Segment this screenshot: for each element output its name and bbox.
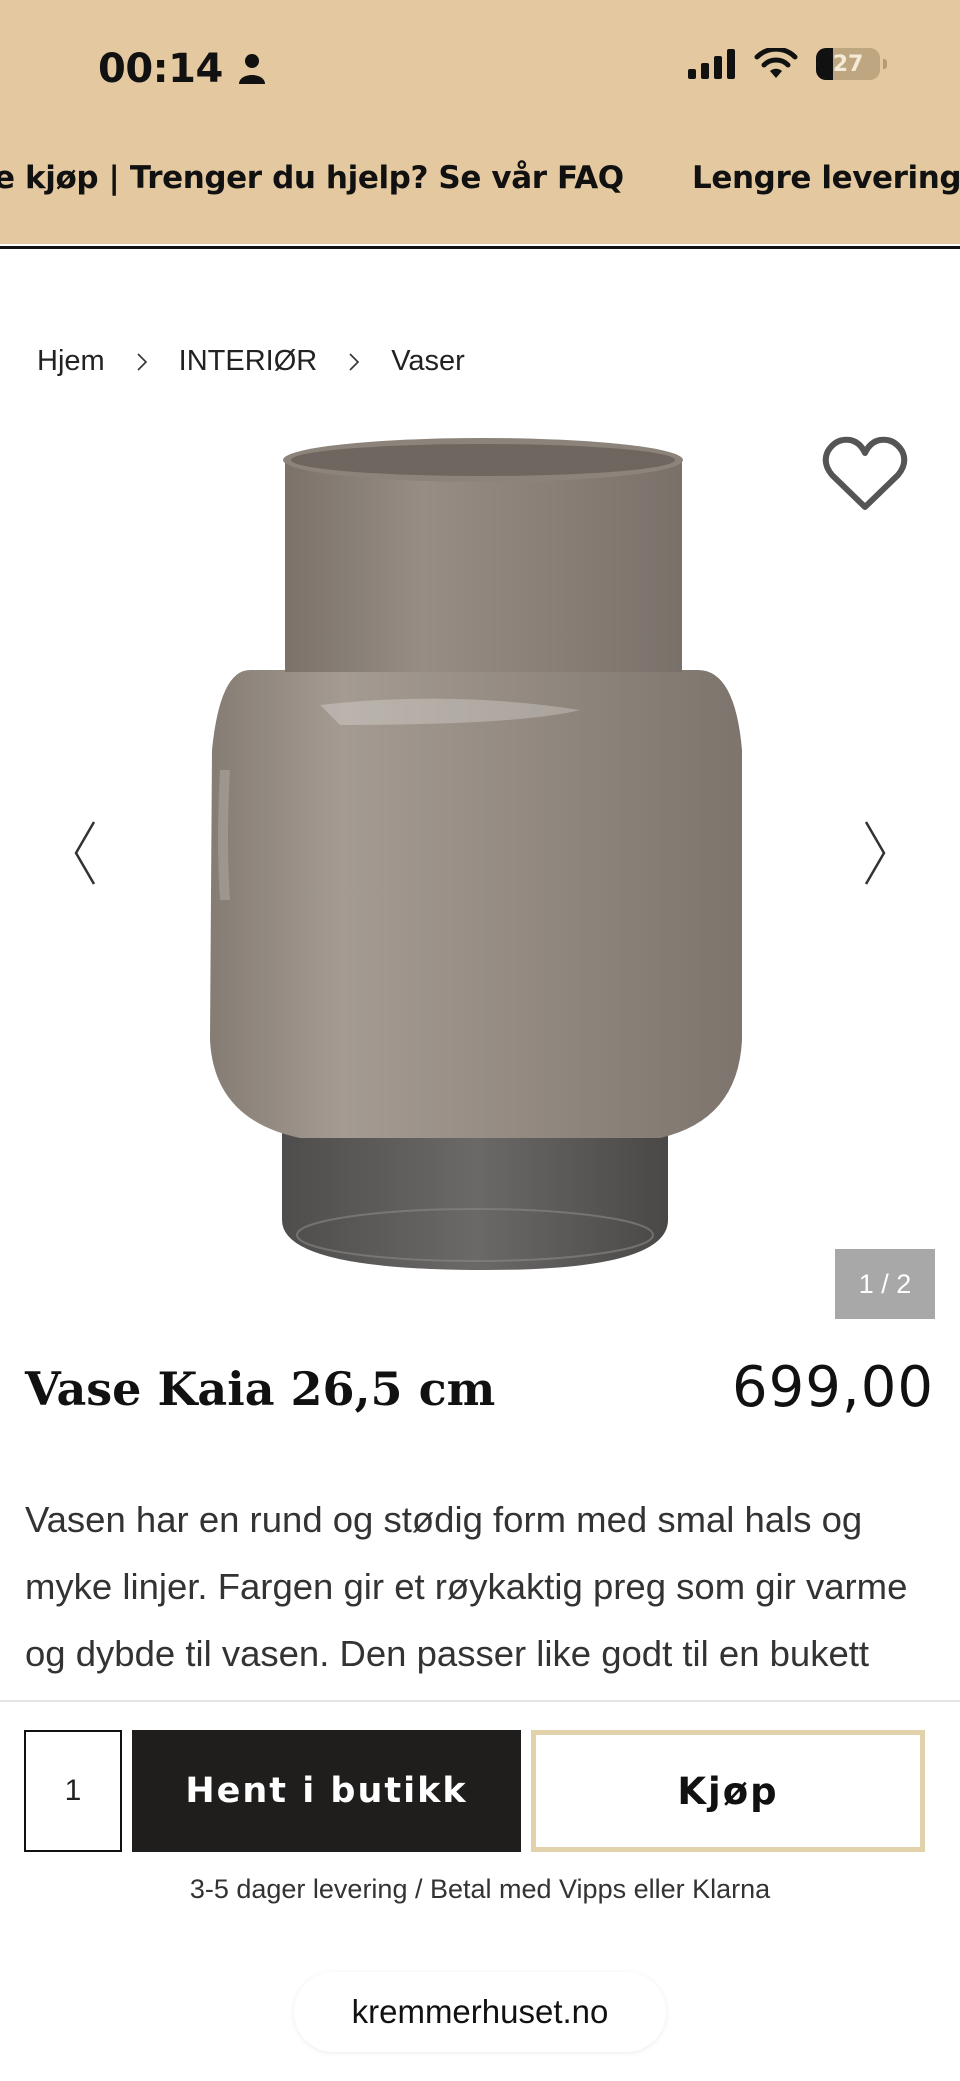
quantity-input[interactable]: 1 bbox=[24, 1730, 122, 1852]
ticker-item-faq[interactable]: e kjøp | Trenger du hjelp? Se vår FAQ bbox=[0, 160, 624, 196]
breadcrumb: Hjem INTERIØR Vaser bbox=[37, 345, 465, 378]
pickup-in-store-button[interactable]: Hent i butikk bbox=[132, 1730, 521, 1852]
chevron-left-icon[interactable] bbox=[70, 818, 100, 888]
chevron-right-icon bbox=[349, 352, 360, 371]
battery-fill bbox=[816, 48, 833, 80]
product-gallery[interactable] bbox=[0, 420, 960, 1320]
clock-group: 00:14 bbox=[98, 46, 267, 92]
promo-ticker[interactable]: e kjøp | Trenger du hjelp? Se vår FAQ Le… bbox=[0, 160, 960, 216]
buy-bar: 1 Hent i butikk Kjøp 3-5 dager levering … bbox=[0, 1700, 960, 2081]
product-image bbox=[210, 438, 742, 1270]
breadcrumb-category[interactable]: INTERIØR bbox=[179, 345, 318, 378]
ticker-item-delivery[interactable]: Lengre leverings bbox=[692, 160, 960, 196]
product-price: 699,00 bbox=[732, 1355, 934, 1420]
breadcrumb-subcategory[interactable]: Vaser bbox=[391, 345, 465, 378]
battery-percent: 27 bbox=[832, 51, 864, 77]
person-icon bbox=[238, 54, 265, 84]
status-icons: 27 bbox=[688, 48, 887, 80]
status-bar: 00:14 27 bbox=[0, 0, 960, 140]
buy-button[interactable]: Kjøp bbox=[531, 1730, 925, 1852]
signal-icon bbox=[688, 49, 735, 79]
product-description: Vasen har en rund og stødig form med sma… bbox=[25, 1499, 908, 1674]
wifi-icon bbox=[754, 48, 798, 78]
battery-nub bbox=[883, 59, 887, 69]
status-time: 00:14 bbox=[98, 46, 223, 92]
chevron-right-icon bbox=[137, 352, 147, 371]
delivery-note: 3-5 dager levering / Betal med Vipps ell… bbox=[189, 1874, 771, 1904]
image-counter: 1 / 2 bbox=[835, 1249, 935, 1319]
heart-icon[interactable] bbox=[822, 435, 908, 515]
address-bar[interactable]: kremmerhuset.no bbox=[294, 1972, 666, 2052]
chevron-right-icon[interactable] bbox=[860, 818, 890, 888]
top-banner: 00:14 27 e kjøp | Trenger du hjelp? Se v… bbox=[0, 0, 960, 244]
breadcrumb-home[interactable]: Hjem bbox=[37, 345, 105, 378]
product-title: Vase Kaia 26,5 cm bbox=[25, 1362, 496, 1416]
header-divider bbox=[0, 246, 960, 249]
battery-icon: 27 bbox=[816, 48, 887, 80]
